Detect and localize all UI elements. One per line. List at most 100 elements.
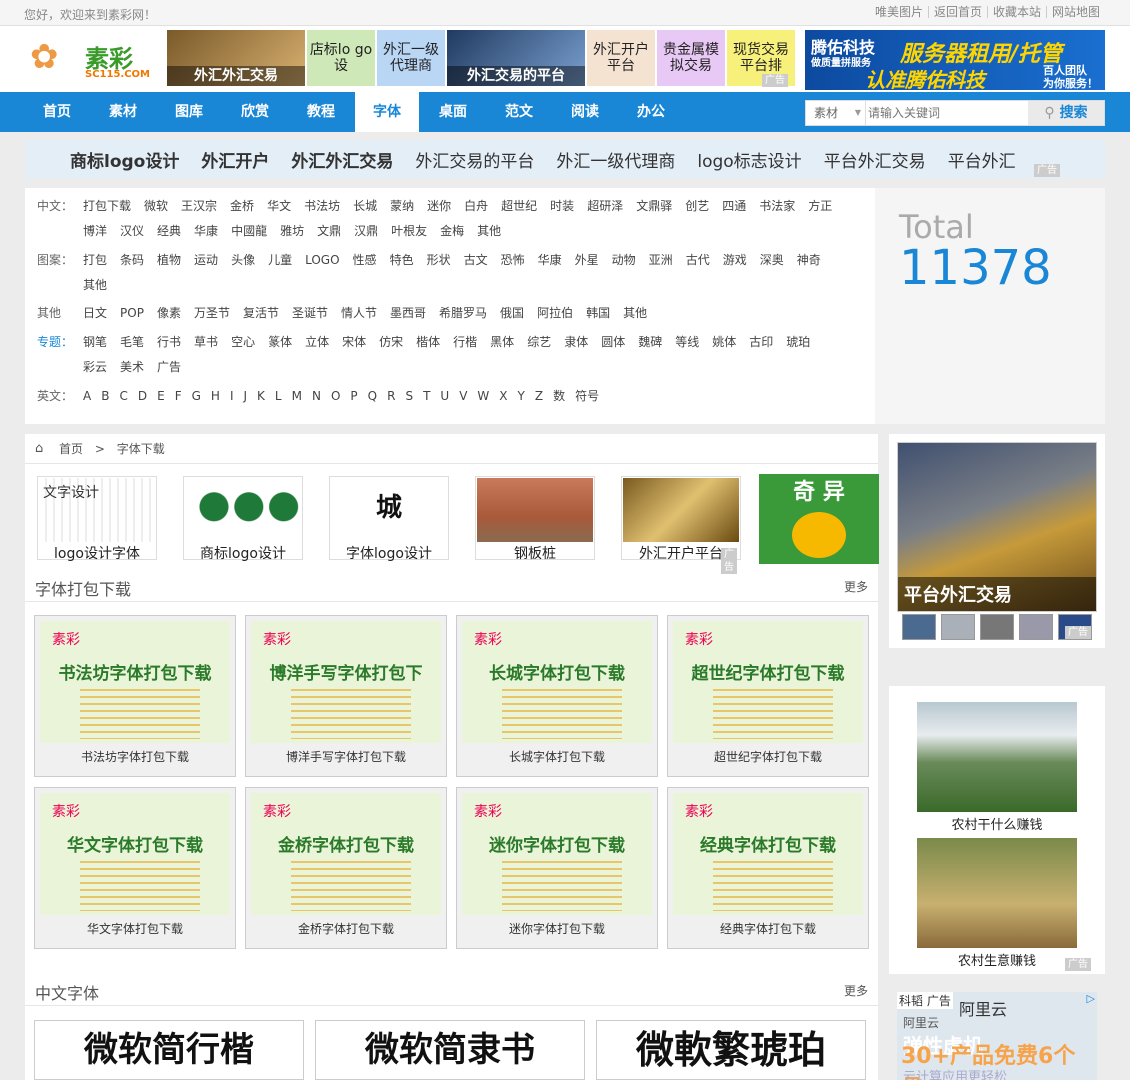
thumb-item[interactable]: 商标logo设计 [183, 476, 303, 562]
thumb-item[interactable]: 城 字体logo设计 [329, 476, 449, 562]
slider-mini-thumb[interactable] [1019, 614, 1053, 640]
filter-option[interactable]: 其他 [623, 301, 647, 326]
filter-option[interactable]: 仿宋 [379, 330, 403, 355]
font-pack-card[interactable]: 素彩 经典字体打包下载 经典字体打包下载 [667, 787, 869, 949]
font-pack-card[interactable]: 素彩 迷你字体打包下载 迷你字体打包下载 [456, 787, 658, 949]
ad-forex-account[interactable]: 外汇开户 平台 [587, 30, 655, 86]
slider-image[interactable]: 平台外汇交易 [897, 442, 1097, 612]
filter-option[interactable]: 钢笔 [83, 330, 107, 355]
hot-keyword[interactable]: 外汇一级代理商 [556, 147, 675, 172]
filter-option[interactable]: 动物 [612, 248, 636, 273]
filter-option[interactable]: 日文 [83, 301, 107, 326]
filter-option[interactable]: 创艺 [685, 194, 709, 219]
filter-option[interactable]: R [387, 384, 395, 409]
font-preview[interactable]: 微软简隶书 [315, 1020, 585, 1080]
filter-option[interactable]: 圣诞节 [292, 301, 328, 326]
filter-option[interactable]: 古代 [686, 248, 710, 273]
filter-option[interactable]: 彩云 [83, 355, 107, 380]
breadcrumb-home[interactable]: 首页 [59, 442, 83, 456]
nav-item-office[interactable]: 办公 [619, 92, 683, 132]
filter-option[interactable]: 俄国 [500, 301, 524, 326]
filter-option[interactable]: 超研泽 [587, 194, 623, 219]
filter-option[interactable]: 叶根友 [391, 219, 427, 244]
adchoices-icon[interactable]: ▷ [1087, 992, 1095, 1005]
filter-option[interactable]: 神奇 [797, 248, 821, 273]
filter-option[interactable]: Q [368, 384, 377, 409]
hot-keyword[interactable]: 商标logo设计 [70, 147, 179, 172]
filter-option[interactable]: 长城 [353, 194, 377, 219]
filter-option[interactable]: B [101, 384, 109, 409]
filter-option[interactable]: W [477, 384, 489, 409]
filter-option[interactable]: K [257, 384, 265, 409]
filter-option[interactable]: 华康 [194, 219, 218, 244]
hot-keyword[interactable]: 外汇开户 [201, 147, 269, 172]
filter-option[interactable]: 毛笔 [120, 330, 144, 355]
filter-option[interactable]: 恐怖 [501, 248, 525, 273]
filter-option[interactable]: 草书 [194, 330, 218, 355]
ad-image-village[interactable] [917, 702, 1077, 812]
filter-option[interactable]: 阿拉伯 [537, 301, 573, 326]
filter-option[interactable]: 金桥 [230, 194, 254, 219]
filter-option[interactable]: 华文 [267, 194, 291, 219]
filter-option[interactable]: O [331, 384, 340, 409]
filter-option[interactable]: 时装 [550, 194, 574, 219]
filter-option[interactable]: 情人节 [341, 301, 377, 326]
font-preview[interactable]: 微軟繁琥珀 [596, 1020, 866, 1080]
filter-option[interactable]: 古文 [464, 248, 488, 273]
filter-option[interactable]: 植物 [157, 248, 181, 273]
ad-forex-agent[interactable]: 外汇一级 代理商 [377, 30, 445, 86]
ad-server-hosting[interactable]: 腾佑科技 做质量拼服务 服务器租用/托管 认准腾佑科技 百人团队 为你服务！ [805, 30, 1105, 92]
filter-option[interactable]: 博洋 [83, 219, 107, 244]
filter-option[interactable]: 条码 [120, 248, 144, 273]
filter-option[interactable]: 综艺 [527, 330, 551, 355]
font-pack-card[interactable]: 素彩 超世纪字体打包下载 超世纪字体打包下载 [667, 615, 869, 777]
filter-option[interactable]: 白舟 [464, 194, 488, 219]
filter-option[interactable]: 打包 [83, 248, 107, 273]
ad-odd-face[interactable]: 奇 异 [759, 474, 879, 564]
filter-option[interactable]: 王汉宗 [181, 194, 217, 219]
filter-option[interactable]: G [192, 384, 201, 409]
filter-option[interactable]: 琥珀 [786, 330, 810, 355]
filter-option[interactable]: 隶体 [564, 330, 588, 355]
hot-keyword[interactable]: 平台外汇 [948, 147, 1016, 172]
ad-logo-design[interactable]: 店标lo go设 [307, 30, 375, 86]
font-pack-card[interactable]: 素彩 书法坊字体打包下载 书法坊字体打包下载 [34, 615, 236, 777]
filter-option[interactable]: 性感 [353, 248, 377, 273]
filter-option[interactable]: 头像 [231, 248, 255, 273]
search-category-select[interactable]: 素材 ▼ [806, 101, 866, 125]
filter-option[interactable]: 韩国 [586, 301, 610, 326]
nav-item-appreciate[interactable]: 欣赏 [223, 92, 287, 132]
link-bookmark[interactable]: 收藏本站 [986, 6, 1046, 18]
search-button[interactable]: ⚲ 搜索 [1028, 101, 1104, 125]
filter-option[interactable]: 符号 [575, 384, 599, 409]
filter-option[interactable]: C [119, 384, 127, 409]
ad-image-plant[interactable] [917, 838, 1077, 948]
filter-option[interactable]: 迷你 [427, 194, 451, 219]
link-sitemap[interactable]: 网站地图 [1045, 6, 1105, 18]
site-logo[interactable]: ✿ 素彩 SC115.COM [30, 36, 150, 86]
filter-option[interactable]: 打包下载 [83, 194, 131, 219]
ad-precious-metal[interactable]: 贵金属模 拟交易 [657, 30, 725, 86]
filter-option[interactable]: 外星 [575, 248, 599, 273]
nav-item-fonts[interactable]: 字体 [355, 92, 419, 132]
filter-option[interactable]: 经典 [157, 219, 181, 244]
nav-item-reading[interactable]: 阅读 [553, 92, 617, 132]
filter-option[interactable]: E [157, 384, 165, 409]
filter-option[interactable]: U [440, 384, 449, 409]
filter-option[interactable]: 超世纪 [501, 194, 537, 219]
filter-option[interactable]: 其他 [83, 273, 107, 298]
filter-option[interactable]: 行楷 [453, 330, 477, 355]
filter-option[interactable]: 魏碑 [638, 330, 662, 355]
filter-option[interactable]: Z [535, 384, 543, 409]
filter-option[interactable]: 雅坊 [280, 219, 304, 244]
filter-option[interactable]: 汉鼎 [354, 219, 378, 244]
filter-option[interactable]: 万圣节 [194, 301, 230, 326]
filter-option[interactable]: 微软 [144, 194, 168, 219]
filter-option[interactable]: 深奥 [760, 248, 784, 273]
thumb-item[interactable]: 文字设计 logo设计字体 [37, 476, 157, 562]
filter-option[interactable]: 华康 [538, 248, 562, 273]
font-pack-card[interactable]: 素彩 博洋手写字体打包下 博洋手写字体打包下载 [245, 615, 447, 777]
more-link[interactable]: 更多 [844, 578, 868, 595]
slider-mini-thumb[interactable] [902, 614, 936, 640]
filter-option[interactable]: N [312, 384, 321, 409]
